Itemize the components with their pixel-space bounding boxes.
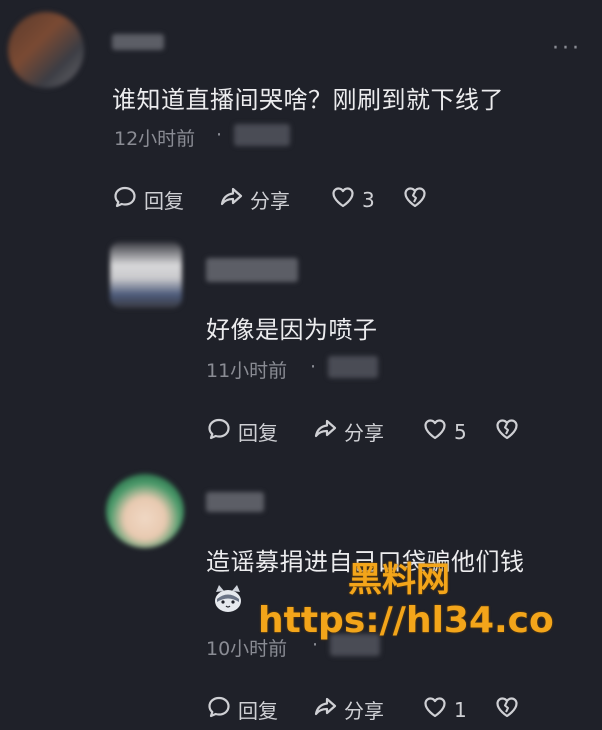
dislike-button[interactable] bbox=[402, 184, 428, 215]
timestamp: 12小时前 bbox=[114, 128, 196, 150]
dislike-button[interactable] bbox=[494, 694, 520, 725]
reply-label: 回复 bbox=[238, 699, 278, 723]
like-count: 3 bbox=[362, 187, 375, 212]
avatar[interactable] bbox=[106, 474, 184, 548]
share-button[interactable]: 分享 bbox=[312, 416, 384, 447]
avatar[interactable] bbox=[8, 12, 84, 88]
more-options-icon[interactable]: ··· bbox=[552, 36, 582, 61]
dislike-button[interactable] bbox=[494, 416, 520, 447]
reply-label: 回复 bbox=[144, 189, 184, 213]
reply-button[interactable]: 回复 bbox=[112, 184, 184, 215]
comment-bubble-icon bbox=[206, 694, 232, 725]
username[interactable] bbox=[206, 492, 264, 512]
like-count: 1 bbox=[454, 697, 467, 722]
broken-heart-icon bbox=[402, 184, 428, 215]
share-arrow-icon bbox=[218, 184, 244, 215]
like-button[interactable]: 5 bbox=[422, 416, 467, 447]
comment-bubble-icon bbox=[206, 416, 232, 447]
share-button[interactable]: 分享 bbox=[312, 694, 384, 725]
like-button[interactable]: 3 bbox=[330, 184, 375, 215]
comment-bubble-icon bbox=[112, 184, 138, 215]
heart-icon bbox=[422, 416, 448, 447]
cat-emoji-icon bbox=[210, 582, 246, 622]
watermark-title: 黑料网 bbox=[348, 560, 450, 600]
username[interactable] bbox=[112, 34, 164, 50]
avatar[interactable] bbox=[110, 242, 182, 308]
share-label: 分享 bbox=[344, 421, 384, 445]
timestamp: 11小时前 bbox=[206, 360, 288, 382]
broken-heart-icon bbox=[494, 416, 520, 447]
share-label: 分享 bbox=[344, 699, 384, 723]
reply-button[interactable]: 回复 bbox=[206, 416, 278, 447]
location bbox=[234, 124, 290, 146]
like-count: 5 bbox=[454, 419, 467, 444]
share-button[interactable]: 分享 bbox=[218, 184, 290, 215]
share-arrow-icon bbox=[312, 694, 338, 725]
reply-button[interactable]: 回复 bbox=[206, 694, 278, 725]
share-arrow-icon bbox=[312, 416, 338, 447]
comment-text: 谁知道直播间哭啥？刚刷到就下线了 bbox=[112, 86, 504, 114]
heart-icon bbox=[422, 694, 448, 725]
meta-separator: · bbox=[310, 356, 317, 378]
share-label: 分享 bbox=[250, 189, 290, 213]
reply-label: 回复 bbox=[238, 421, 278, 445]
like-button[interactable]: 1 bbox=[422, 694, 467, 725]
meta-separator: · bbox=[216, 124, 223, 146]
username[interactable] bbox=[206, 258, 298, 282]
comment-text: 好像是因为喷子 bbox=[206, 316, 378, 344]
location bbox=[328, 356, 378, 378]
heart-icon bbox=[330, 184, 356, 215]
watermark-url: https://hl34.co bbox=[258, 600, 554, 641]
broken-heart-icon bbox=[494, 694, 520, 725]
